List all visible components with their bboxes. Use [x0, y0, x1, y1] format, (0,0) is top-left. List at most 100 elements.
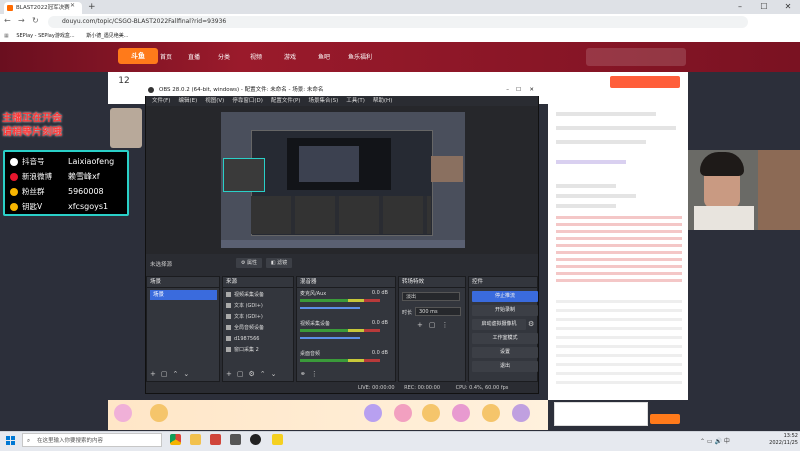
reload-icon[interactable]: ↻ — [32, 16, 39, 25]
menu-docks[interactable]: 停靠窗口(D) — [232, 98, 263, 104]
chat-row — [556, 194, 636, 198]
preview-nested-inner — [299, 146, 359, 182]
window-close-icon[interactable]: ✕ — [776, 0, 800, 14]
more-icon[interactable]: ⋮ — [311, 370, 323, 378]
volume-slider[interactable] — [300, 307, 360, 309]
maximize-icon[interactable]: ☐ — [752, 0, 776, 14]
obs-maximize-icon[interactable]: ☐ — [516, 84, 521, 96]
obs-minimize-icon[interactable]: – — [506, 84, 509, 96]
apps-icon[interactable]: ▦ — [4, 33, 9, 39]
start-recording-button[interactable]: 开始录制 — [472, 305, 538, 316]
trash-icon[interactable]: ▢ — [429, 321, 442, 329]
source-item[interactable]: 视频采集设备 — [226, 291, 292, 300]
chrome-icon[interactable] — [170, 434, 181, 445]
bookmark-item[interactable]: SEPlay - SEPlay游戏盒... — [16, 33, 74, 39]
arrow-down-icon[interactable]: ⌄ — [183, 370, 194, 378]
source-item[interactable]: 文本 (GDI+) — [226, 313, 292, 322]
streamer-avatar[interactable] — [110, 108, 142, 148]
trash-icon[interactable]: ▢ — [161, 370, 173, 378]
taskbar-clock[interactable]: 13:52 2022/11/25 — [748, 433, 798, 447]
app-icon[interactable] — [210, 434, 221, 445]
send-button[interactable] — [650, 414, 680, 424]
source-label: 视频采集设备 — [234, 292, 265, 298]
obs-preview[interactable] — [221, 112, 465, 248]
properties-button[interactable]: ⚙ 属性 — [236, 258, 262, 268]
add-icon[interactable]: + — [150, 370, 161, 378]
exit-button[interactable]: 退出 — [472, 361, 538, 372]
nav-category[interactable]: 分类 — [218, 52, 230, 61]
new-tab-icon[interactable]: + — [88, 2, 96, 12]
menu-view[interactable]: 视图(V) — [205, 98, 224, 104]
nav-welfare[interactable]: 鱼乐福利 — [348, 52, 372, 61]
menu-help[interactable]: 帮助(H) — [373, 98, 392, 104]
arrow-up-icon[interactable]: ⌃ — [173, 370, 184, 378]
settings-button[interactable]: 设置 — [472, 347, 538, 358]
chat-input[interactable] — [554, 402, 648, 426]
nav-yuba[interactable]: 鱼吧 — [318, 52, 330, 61]
menu-scene-collection[interactable]: 场景集合(S) — [308, 98, 338, 104]
nav-video[interactable]: 视频 — [250, 52, 262, 61]
virtual-camera-button[interactable]: 启动虚拟摄像机 — [472, 319, 526, 330]
add-icon[interactable]: + — [417, 321, 429, 329]
gift-icon[interactable] — [114, 404, 132, 422]
menu-profile[interactable]: 配置文件(P) — [271, 98, 301, 104]
chat-messages-more — [556, 300, 682, 390]
arrow-up-icon[interactable]: ⌃ — [260, 370, 271, 378]
taskbar-search-input[interactable]: ⌕ 在这里输入你要搜索的内容 — [22, 433, 162, 447]
volume-slider[interactable] — [300, 337, 360, 339]
app-icon[interactable] — [272, 434, 283, 445]
douyin-icon — [10, 157, 18, 166]
add-icon[interactable]: + — [226, 370, 237, 378]
source-label: 窗口采集 2 — [234, 347, 259, 353]
tab-title: BLAST2022冠军决赛 — [16, 5, 70, 11]
gift-icon[interactable] — [512, 404, 530, 422]
studio-mode-button[interactable]: 工作室模式 — [472, 333, 538, 344]
filters-button[interactable]: ◧ 滤镜 — [266, 258, 292, 268]
url-input[interactable]: douyu.com/topic/CSGO-BLAST2022Fallfinal?… — [48, 16, 748, 28]
nav-live[interactable]: 直播 — [188, 52, 200, 61]
menu-tools[interactable]: 工具(T) — [346, 98, 365, 104]
gift-icon[interactable] — [150, 404, 168, 422]
gift-icon[interactable] — [452, 404, 470, 422]
scene-item[interactable]: 场景 — [150, 290, 217, 300]
close-tab-icon[interactable]: ✕ — [70, 2, 75, 9]
nav-home[interactable]: 首页 — [160, 52, 172, 61]
tray-icons[interactable]: ⌃ ▭ 🔊 中 — [700, 436, 730, 445]
app-icon[interactable] — [230, 434, 241, 445]
mixer-channel: 桌面音频 0.0 dB — [300, 350, 388, 357]
file-explorer-icon[interactable] — [190, 434, 201, 445]
user-toolbar[interactable] — [586, 48, 686, 66]
menu-edit[interactable]: 编辑(E) — [178, 98, 197, 104]
source-item[interactable]: d1987566 — [226, 335, 292, 344]
virtual-camera-settings-icon[interactable]: ⚙ — [528, 320, 534, 328]
gear-icon[interactable]: ⚙ — [249, 370, 260, 378]
more-icon[interactable]: ⋮ — [442, 321, 455, 329]
duration-input[interactable]: 300 ms — [415, 307, 461, 316]
bookmark-item[interactable]: 斯小德_遇见绝美... — [86, 33, 128, 39]
gift-icon[interactable] — [364, 404, 382, 422]
gift-icon[interactable] — [394, 404, 412, 422]
social-row-fans: 粉丝群 5960008 — [10, 184, 122, 199]
gift-icon[interactable] — [482, 404, 500, 422]
source-item[interactable]: 窗口采集 2 — [226, 346, 292, 355]
stop-streaming-button[interactable]: 停止推流 — [472, 291, 538, 302]
source-item[interactable]: 文本 (GDI+) — [226, 302, 292, 311]
nav-games[interactable]: 游戏 — [284, 52, 296, 61]
trash-icon[interactable]: ▢ — [237, 370, 249, 378]
forward-icon[interactable]: → — [18, 16, 25, 25]
windows-start-icon[interactable] — [6, 436, 15, 445]
social-info-box: 抖音号 Laixiaofeng 新浪微博 赖雪峰xf 粉丝群 5960008 钥匙V x… — [3, 150, 129, 216]
back-icon[interactable]: ← — [4, 16, 11, 25]
douyu-logo[interactable]: 斗鱼 — [118, 48, 158, 64]
source-item[interactable]: 全局音频设备 — [226, 324, 292, 333]
arrow-down-icon[interactable]: ⌄ — [271, 370, 282, 378]
obs-taskbar-icon[interactable] — [250, 434, 261, 445]
obs-close-icon[interactable]: ✕ — [529, 84, 534, 96]
gift-icon[interactable] — [422, 404, 440, 422]
menu-file[interactable]: 文件(F) — [152, 98, 170, 104]
transition-select[interactable]: 淡出 — [402, 292, 460, 301]
link-icon[interactable]: ⚭ — [300, 370, 311, 378]
source-label: 文本 (GDI+) — [234, 303, 263, 309]
minimize-icon[interactable]: – — [728, 0, 752, 14]
follow-button[interactable] — [610, 76, 680, 88]
